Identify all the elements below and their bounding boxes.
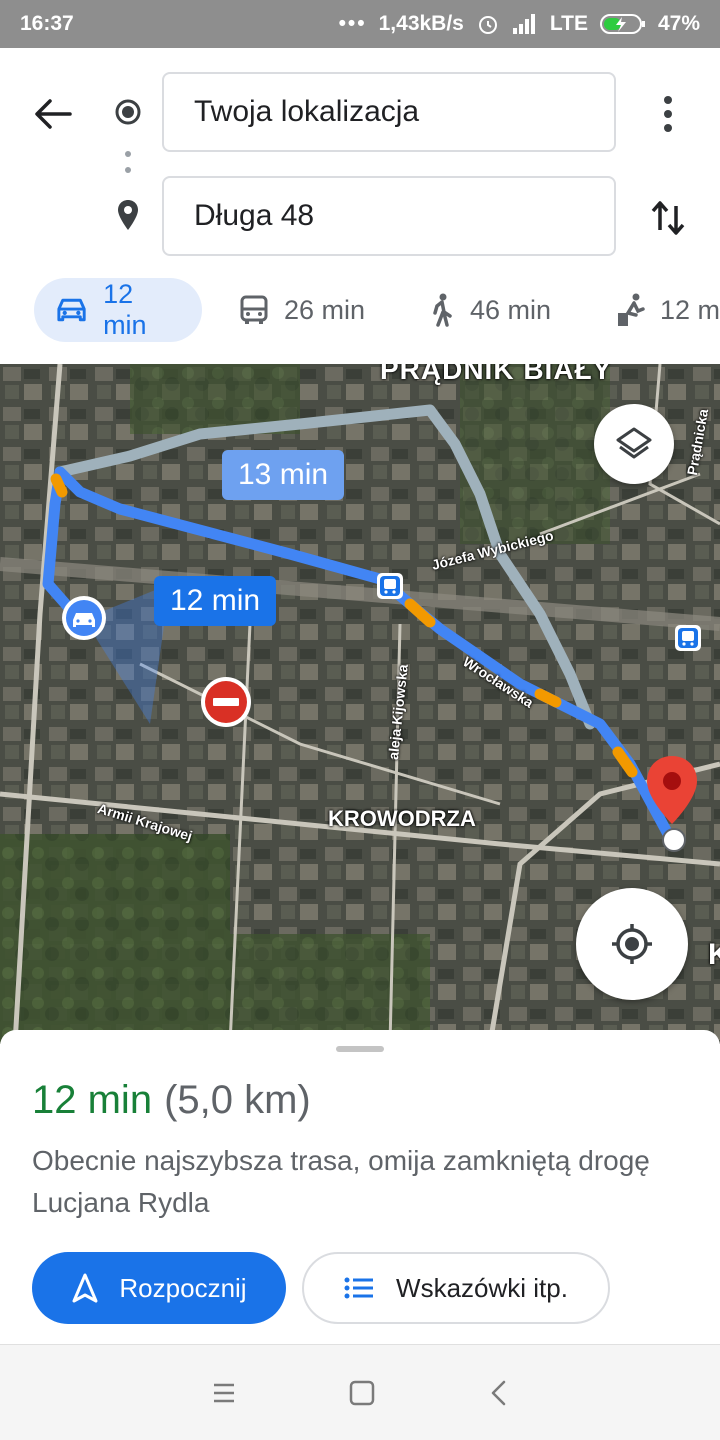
mode-ride-label: 12 m <box>659 294 720 325</box>
train-station-icon[interactable] <box>376 572 404 600</box>
network-speed: 1,43kB/s <box>378 12 464 35</box>
route-connector-dots <box>125 151 131 173</box>
status-dots: ••• <box>338 12 367 35</box>
route-details-sheet[interactable]: 12 min (5,0 km) Obecnie najszybsza trasa,… <box>0 1030 720 1344</box>
mode-walk-tab[interactable]: 46 min <box>428 278 551 342</box>
battery-level: 47% <box>657 12 700 35</box>
mode-drive-label: 12 min <box>103 279 147 340</box>
gps-icon <box>612 924 652 964</box>
main-route-time-badge[interactable]: 12 min <box>154 576 277 626</box>
sheet-drag-handle[interactable] <box>336 1046 384 1052</box>
network-type: LTE <box>549 12 588 35</box>
menu-icon[interactable] <box>206 1375 242 1411</box>
status-right: ••• 1,43kB/s LTE 47% <box>339 12 700 36</box>
road-closed-icon[interactable] <box>200 676 252 728</box>
map-layers-button[interactable] <box>594 404 674 484</box>
mode-transit-label: 26 min <box>284 294 366 325</box>
mode-ride-tab[interactable]: 12 m <box>614 278 720 342</box>
navigation-arrow-icon <box>72 1273 98 1303</box>
list-icon <box>344 1277 374 1299</box>
district-label-krowodrza: KROWODRZA <box>328 806 476 831</box>
back-arrow-icon[interactable] <box>30 92 74 136</box>
origin-input[interactable]: Twoja lokalizacja <box>162 72 616 152</box>
ride-icon <box>617 293 645 326</box>
my-location-button[interactable] <box>576 888 688 1000</box>
destination-input[interactable]: Długa 48 <box>162 176 616 256</box>
travel-modes: 12 min 26 min 46 min 12 m <box>0 278 720 344</box>
route-description: Obecnie najszybsza trasa, omija zamknięt… <box>32 1145 650 1218</box>
system-nav-bar <box>0 1344 720 1440</box>
map-edge-label: K <box>708 938 720 971</box>
steps-button[interactable]: Wskazówki itp. <box>302 1252 610 1324</box>
signal-icon <box>512 14 535 34</box>
start-navigation-button[interactable]: Rozpocznij <box>32 1252 286 1324</box>
mode-walk-label: 46 min <box>470 294 552 325</box>
train-station-icon[interactable] <box>674 624 702 652</box>
status-time: 16:37 <box>20 12 74 35</box>
mode-transit-tab[interactable]: 26 min <box>238 278 365 342</box>
route-duration: 12 min <box>32 1078 153 1122</box>
bus-icon <box>240 295 268 324</box>
route-distance: (5,0 km) <box>164 1078 311 1122</box>
home-icon[interactable] <box>344 1375 380 1411</box>
layers-icon <box>616 427 652 459</box>
status-bar: 16:37 ••• 1,43kB/s LTE 47% <box>0 0 720 48</box>
current-location-car-icon <box>62 596 106 640</box>
battery-icon <box>599 14 645 34</box>
route-summary: 12 min (5,0 km) <box>32 1078 311 1123</box>
steps-label: Wskazówki itp. <box>396 1272 568 1303</box>
swap-icon[interactable] <box>648 196 688 240</box>
alarm-icon <box>478 16 497 34</box>
origin-dot-icon <box>115 99 141 125</box>
more-options-icon[interactable] <box>652 92 684 136</box>
alt-route-time-badge[interactable]: 13 min <box>222 450 345 500</box>
start-label: Rozpocznij <box>119 1272 247 1303</box>
walk-icon <box>433 293 452 327</box>
mode-drive-tab[interactable]: 12 min <box>34 278 202 342</box>
back-icon[interactable] <box>482 1375 518 1411</box>
car-icon <box>57 298 86 322</box>
directions-header: Twoja lokalizacja Długa 48 12 min 26 min… <box>0 48 720 364</box>
destination-pin-icon <box>118 200 138 230</box>
destination-marker-icon[interactable] <box>642 754 702 854</box>
district-label-top: PRĄDNIK BIAŁY <box>380 364 613 385</box>
map-view[interactable]: PRĄDNIK BIAŁY KROWODRZA Józefa Wybickieg… <box>0 364 720 1044</box>
